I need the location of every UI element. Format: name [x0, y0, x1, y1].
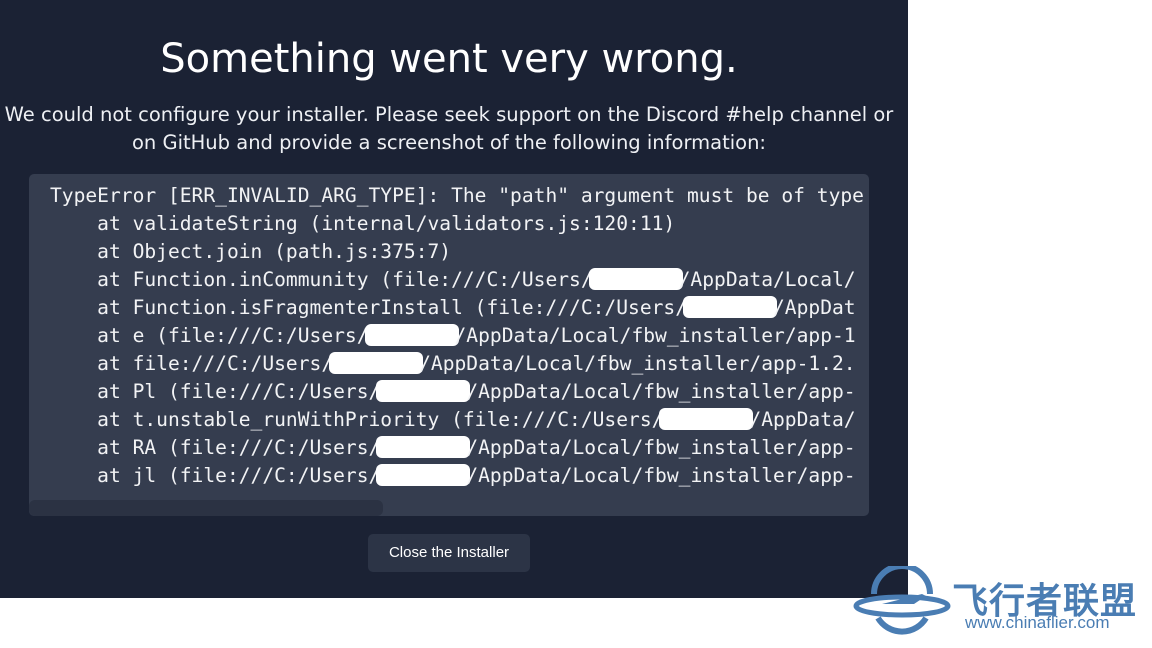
error-title: Something went very wrong.: [160, 36, 738, 82]
stack-line-text: at Function.inCommunity (file:///C:/User…: [50, 268, 593, 291]
stack-line-text: at jl (file:///C:/Users/: [50, 464, 381, 487]
stack-line-text: /AppData/Local/fbw_installer/app-: [466, 380, 856, 403]
stack-line: at RA (file:///C:/Users/ /AppData/Local/f…: [50, 434, 864, 462]
stack-line-text: /AppData/Local/fbw_installer/app-: [466, 464, 856, 487]
stack-line: at validateString (internal/validators.j…: [50, 210, 864, 238]
redacted-username: [376, 464, 471, 486]
error-details-box: TypeError [ERR_INVALID_ARG_TYPE]: The "p…: [29, 174, 869, 516]
stack-line-text: at Object.join (path.js:375:7): [50, 240, 452, 263]
stack-line-text: at e (file:///C:/Users/: [50, 324, 369, 347]
stack-line-text: at Function.isFragmenterInstall (file://…: [50, 296, 688, 319]
stack-trace: TypeError [ERR_INVALID_ARG_TYPE]: The "p…: [50, 182, 864, 490]
stack-line: at file:///C:/Users/ /AppData/Local/fbw_i…: [50, 350, 864, 378]
watermark-logo: 飞行者联盟 www.chinaflier.com: [852, 566, 1152, 646]
stack-line-text: at validateString (internal/validators.j…: [50, 212, 676, 235]
close-installer-button[interactable]: Close the Installer: [368, 534, 530, 572]
redacted-username: [376, 380, 471, 402]
stack-line-text: at t.unstable_runWithPriority (file:///C…: [50, 408, 664, 431]
stack-line-text: /AppData/Local/: [678, 268, 856, 291]
stack-line: at Object.join (path.js:375:7): [50, 238, 864, 266]
stack-line-text: /AppData/Local/fbw_installer/app-: [466, 436, 856, 459]
stack-line: at Pl (file:///C:/Users/ /AppData/Local/f…: [50, 378, 864, 406]
stack-line-text: /AppDat: [773, 296, 856, 319]
redacted-username: [364, 324, 459, 346]
stack-line-text: TypeError [ERR_INVALID_ARG_TYPE]: The "p…: [50, 184, 864, 207]
redacted-username: [659, 408, 754, 430]
stack-line: at jl (file:///C:/Users/ /AppData/Local/f…: [50, 462, 864, 490]
redacted-username: [329, 352, 424, 374]
redacted-username: [588, 268, 683, 290]
globe-plane-icon: [853, 566, 951, 635]
redacted-username: [683, 296, 778, 318]
error-description: We could not configure your installer. P…: [4, 103, 894, 154]
horizontal-scrollbar[interactable]: [29, 500, 383, 516]
stack-line-text: /AppData/Local/fbw_installer/app-1.2.: [419, 352, 856, 375]
stack-line-text: at Pl (file:///C:/Users/: [50, 380, 381, 403]
stack-line-text: /AppData/Local/fbw_installer/app-1: [454, 324, 856, 347]
stack-line: TypeError [ERR_INVALID_ARG_TYPE]: The "p…: [50, 182, 864, 210]
stack-line: at Function.isFragmenterInstall (file://…: [50, 294, 864, 322]
stack-line: at Function.inCommunity (file:///C:/User…: [50, 266, 864, 294]
stack-line-text: /AppData/: [749, 408, 856, 431]
stack-line-text: at RA (file:///C:/Users/: [50, 436, 381, 459]
stack-line-text: at file:///C:/Users/: [50, 352, 334, 375]
watermark-url: www.chinaflier.com: [965, 613, 1110, 632]
stack-line: at e (file:///C:/Users/ /AppData/Local/fb…: [50, 322, 864, 350]
redacted-username: [376, 436, 471, 458]
stack-line: at t.unstable_runWithPriority (file:///C…: [50, 406, 864, 434]
error-screen: Something went very wrong. We could not …: [0, 0, 908, 598]
